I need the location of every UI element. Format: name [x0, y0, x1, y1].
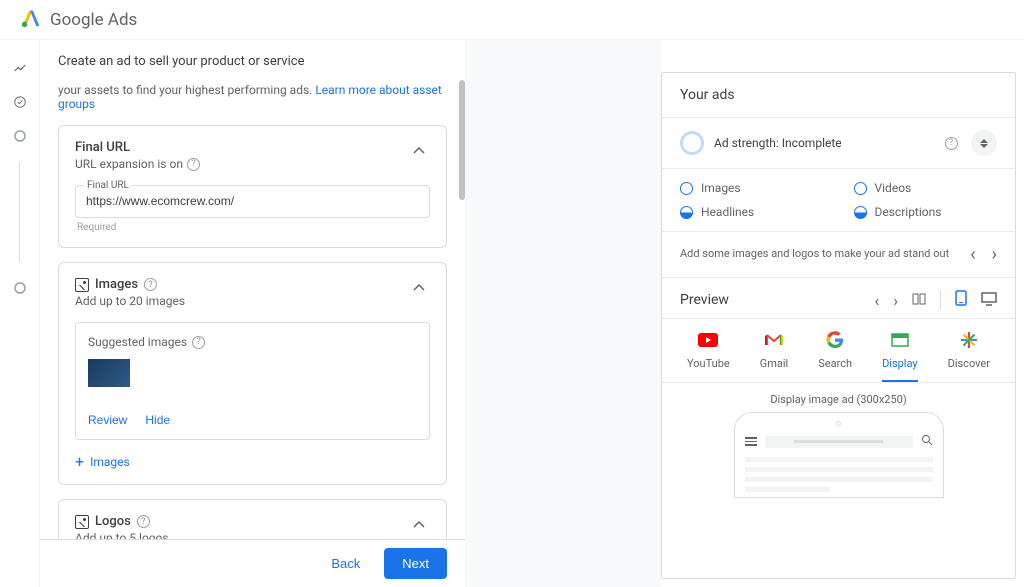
mobile-icon[interactable] — [955, 290, 967, 310]
card-title: Images — [95, 277, 138, 292]
editor-column: Create an ad to sell your product or ser… — [40, 40, 465, 587]
progress-rail — [0, 40, 40, 587]
mock-line — [745, 467, 933, 472]
help-icon[interactable]: ? — [187, 158, 200, 171]
card-subtitle: Add up to 20 images — [75, 294, 408, 308]
discover-icon — [958, 329, 980, 351]
tab-search[interactable]: Search — [818, 329, 852, 382]
youtube-icon — [697, 329, 719, 351]
suggestion-text: Add some images and logos to make your a… — [680, 246, 970, 263]
image-icon — [75, 515, 89, 529]
status-headlines: Headlines — [680, 205, 824, 219]
add-images-button[interactable]: + Images — [75, 454, 430, 470]
status-descriptions: Descriptions — [854, 205, 998, 219]
mock-line — [745, 477, 933, 482]
empty-step-icon[interactable] — [12, 280, 28, 296]
mock-search-box — [765, 436, 913, 448]
hide-button[interactable]: Hide — [145, 413, 170, 427]
status-grid: Images Videos Headlines Descriptions — [662, 169, 1015, 232]
help-icon[interactable]: ? — [144, 278, 157, 291]
search-icon — [921, 434, 933, 449]
chevron-up-icon[interactable] — [408, 277, 430, 299]
mock-line — [745, 487, 830, 492]
images-card: Images ? Add up to 20 images Suggested i… — [58, 262, 447, 485]
preview-title: Preview — [680, 292, 874, 308]
channel-tabs: YouTube Gmail Search Display Discover — [662, 319, 1015, 383]
empty-step-icon[interactable] — [12, 128, 28, 144]
performance-icon[interactable] — [12, 60, 28, 76]
preview-header: Your ads — [662, 73, 1015, 118]
final-url-field: Final URL — [75, 185, 430, 218]
check-step-icon[interactable] — [12, 94, 28, 110]
google-icon — [824, 329, 846, 351]
required-note: Required — [77, 222, 430, 233]
card-title: Logos — [95, 514, 131, 529]
desktop-icon[interactable] — [981, 291, 997, 310]
gmail-icon — [763, 329, 785, 351]
final-url-card: Final URL URL expansion is on ? Final UR… — [58, 125, 447, 248]
next-button[interactable]: Next — [384, 548, 447, 579]
help-icon[interactable]: ? — [941, 133, 961, 153]
tab-gmail[interactable]: Gmail — [760, 329, 788, 382]
next-suggestion-button[interactable]: › — [992, 244, 997, 265]
prev-suggestion-button[interactable]: ‹ — [970, 244, 975, 265]
mock-line — [745, 457, 933, 462]
tab-discover[interactable]: Discover — [948, 329, 990, 382]
gap-column — [465, 40, 661, 587]
page-title: Create an ad to sell your product or ser… — [40, 40, 465, 83]
card-subtitle: URL expansion is on ? — [75, 157, 408, 171]
card-subtitle: Add up to 5 logos — [75, 531, 408, 539]
preview-toolbar: Preview ‹ › — [662, 278, 1015, 319]
card-title: Final URL — [75, 140, 408, 155]
mock-ad-label: Display image ad (300x250) — [662, 383, 1015, 412]
side-by-side-icon[interactable] — [912, 291, 926, 310]
plus-icon: + — [75, 454, 84, 470]
status-images: Images — [680, 181, 824, 195]
strength-label: Ad strength: Incomplete — [714, 136, 931, 150]
preview-panel: Your ads Ad strength: Incomplete ? Image… — [661, 72, 1016, 579]
logos-card: Logos ? Add up to 5 logos + Logos — [58, 499, 447, 539]
app-header: Google Ads — [0, 0, 1024, 40]
footer-actions: Back Next — [40, 539, 465, 587]
chevron-up-icon[interactable] — [408, 514, 430, 536]
chevron-up-icon[interactable] — [408, 140, 430, 162]
final-url-input[interactable] — [86, 194, 419, 208]
phone-speaker-icon — [836, 421, 841, 426]
phone-mockup — [734, 412, 944, 498]
strength-meter-icon — [680, 131, 704, 155]
image-icon — [75, 278, 89, 292]
logo: Google Ads — [20, 7, 137, 33]
status-videos: Videos — [854, 181, 998, 195]
tab-youtube[interactable]: YouTube — [687, 329, 730, 382]
review-button[interactable]: Review — [88, 413, 127, 427]
suggestion-row: Add some images and logos to make your a… — [662, 232, 1015, 278]
scrollbar[interactable] — [459, 80, 465, 200]
google-ads-icon — [20, 7, 42, 33]
suggested-images-box: Suggested images ? Review Hide — [75, 322, 430, 440]
collapse-button[interactable] — [971, 130, 997, 156]
display-icon — [889, 329, 911, 351]
help-icon[interactable]: ? — [192, 336, 205, 349]
back-button[interactable]: Back — [317, 548, 374, 579]
next-preview-button[interactable]: › — [893, 291, 898, 310]
hint-text: your assets to find your highest perform… — [58, 83, 447, 111]
hamburger-icon — [745, 437, 757, 446]
help-icon[interactable]: ? — [137, 515, 150, 528]
product-name: Google Ads — [50, 10, 137, 30]
tab-display[interactable]: Display — [882, 329, 918, 382]
suggested-image-thumb[interactable] — [88, 359, 130, 387]
prev-preview-button[interactable]: ‹ — [874, 291, 879, 310]
ad-strength-row: Ad strength: Incomplete ? — [662, 118, 1015, 169]
